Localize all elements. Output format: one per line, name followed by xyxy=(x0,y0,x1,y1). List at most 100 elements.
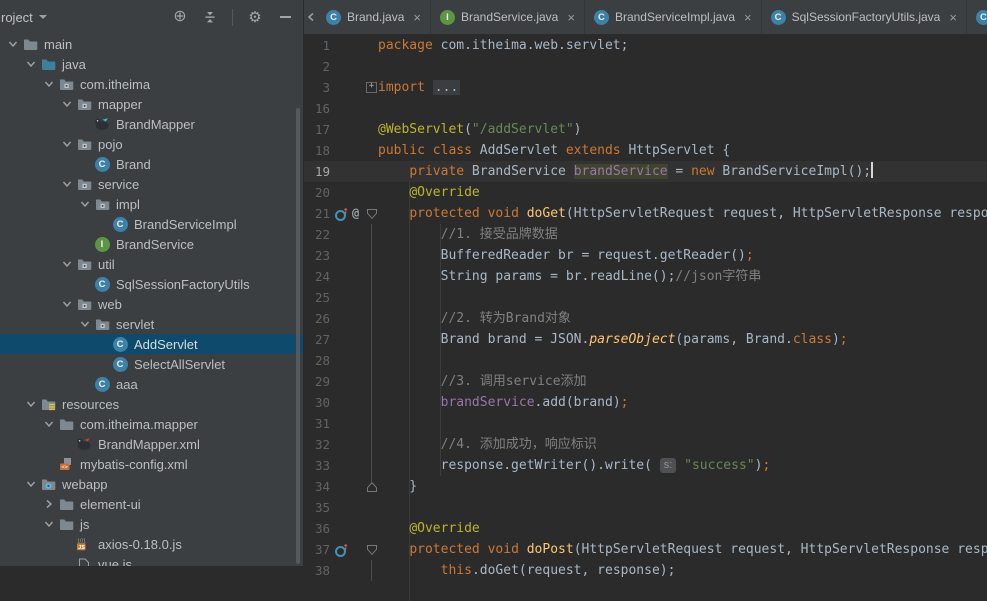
tree-item-label: vue.js xyxy=(98,556,132,567)
code-line[interactable]: 2 xyxy=(304,56,987,77)
code-line[interactable]: 17 @WebServlet("/addServlet") xyxy=(304,119,987,140)
close-tab-icon[interactable]: × xyxy=(567,11,575,24)
settings-gear-icon[interactable]: ⚙ xyxy=(247,9,263,25)
code-line[interactable]: 38 this.doGet(request, response); xyxy=(304,560,987,581)
code-line[interactable]: 22 //1. 接受品牌数据 xyxy=(304,224,987,245)
close-tab-icon[interactable]: × xyxy=(744,11,752,24)
close-tab-icon[interactable]: × xyxy=(949,11,957,24)
project-view-selector[interactable]: roject xyxy=(1,10,47,25)
tree-item-web[interactable]: web xyxy=(0,294,303,314)
tree-item-js[interactable]: js xyxy=(0,514,303,534)
tree-item-label: impl xyxy=(116,196,140,212)
chevron-down-icon[interactable] xyxy=(4,37,21,51)
code-line[interactable]: 31 xyxy=(304,413,987,434)
tab-brand-java[interactable]: C Brand.java × xyxy=(317,0,431,34)
chevron-right-icon[interactable] xyxy=(40,497,57,511)
tabs-scroll-left-icon[interactable] xyxy=(304,0,317,34)
chevron-slot xyxy=(58,537,75,551)
code-line[interactable]: 20 @Override xyxy=(304,182,987,203)
chevron-down-icon[interactable] xyxy=(22,397,39,411)
tree-item-sqlsessionfactoryutils[interactable]: C SqlSessionFactoryUtils xyxy=(0,274,303,294)
tree-item-axios-0-18-0-js[interactable]: 101 JS axios-0.18.0.js xyxy=(0,534,303,554)
code-line[interactable]: 1 package com.itheima.web.servlet; xyxy=(304,35,987,56)
tab-partial[interactable]: C xyxy=(967,0,987,34)
tree-item-util[interactable]: util xyxy=(0,254,303,274)
fold-up-icon[interactable] xyxy=(365,476,378,497)
fold-down-icon[interactable] xyxy=(365,203,378,224)
code-line[interactable]: 29 //3. 调用service添加 xyxy=(304,371,987,392)
line-number: 25 xyxy=(314,290,330,305)
code-line[interactable]: 35 xyxy=(304,497,987,518)
folder-source-icon xyxy=(39,56,57,72)
chevron-down-icon[interactable] xyxy=(40,417,57,431)
code-line[interactable]: 37 ↑ protected void doPost(HttpServletReq… xyxy=(304,539,987,560)
tree-item-aaa[interactable]: Caaa xyxy=(0,374,303,394)
hide-panel-icon[interactable] xyxy=(277,9,293,25)
tree-item-com-itheima[interactable]: com.itheima xyxy=(0,74,303,94)
tree-item-element-ui[interactable]: element-ui xyxy=(0,494,303,514)
chevron-down-icon[interactable] xyxy=(58,297,75,311)
code-line[interactable]: 34 } xyxy=(304,476,987,497)
tree-item-com-itheima-mapper[interactable]: com.itheima.mapper xyxy=(0,414,303,434)
chevron-down-icon[interactable] xyxy=(76,197,93,211)
chevron-down-icon[interactable] xyxy=(58,177,75,191)
tree-item-pojo[interactable]: pojo xyxy=(0,134,303,154)
line-number: 21 xyxy=(314,206,330,221)
chevron-down-icon[interactable] xyxy=(22,477,39,491)
chevron-down-icon[interactable] xyxy=(40,517,57,531)
code-line[interactable]: 33 response.getWriter().write( s: "succe… xyxy=(304,455,987,476)
code-line[interactable]: 21 ↑ @ protected void doGet(HttpServletReq… xyxy=(304,203,987,224)
code-line[interactable]: 19 private BrandService brandService = n… xyxy=(304,161,987,182)
close-tab-icon[interactable]: × xyxy=(413,11,421,24)
chevron-slot xyxy=(76,117,93,131)
code-editor[interactable]: 1 package com.itheima.web.servlet; 2 3 + impo… xyxy=(304,35,987,601)
code-line[interactable]: 18 public class AddServlet extends HttpSe… xyxy=(304,140,987,161)
tree-item-webapp[interactable]: webapp xyxy=(0,474,303,494)
code-line[interactable]: 23 BufferedReader br = request.getReader… xyxy=(304,245,987,266)
code-line[interactable]: 27 Brand brand = JSON.parseObject(params… xyxy=(304,329,987,350)
chevron-down-icon[interactable] xyxy=(40,77,57,91)
collapse-all-icon[interactable] xyxy=(202,9,218,25)
tree-item-brandmapper[interactable]: BrandMapper xyxy=(0,114,303,134)
tree-item-java[interactable]: java xyxy=(0,54,303,74)
code-line[interactable]: 25 xyxy=(304,287,987,308)
chevron-down-icon[interactable] xyxy=(76,317,93,331)
tree-item-brandservice[interactable]: I BrandService xyxy=(0,234,303,254)
fold-down-icon[interactable] xyxy=(365,539,378,560)
line-number: 1 xyxy=(322,38,330,53)
code-line[interactable]: 26 //2. 转为Brand对象 xyxy=(304,308,987,329)
tree-item-selectallservlet[interactable]: C SelectAllServlet xyxy=(0,354,303,374)
code-line[interactable]: 24 String params = br.readLine();//json字… xyxy=(304,266,987,287)
tree-item-addservlet[interactable]: C AddServlet xyxy=(0,334,303,354)
overrides-method-icon[interactable]: ↑ @ xyxy=(335,203,359,224)
tree-item-vue-js[interactable]: vue.js xyxy=(0,554,303,566)
code-line[interactable]: 3 + import ... xyxy=(304,77,987,98)
tree-item-impl[interactable]: impl xyxy=(0,194,303,214)
code-line[interactable]: 16 xyxy=(304,98,987,119)
project-scrollbar-thumb[interactable] xyxy=(296,108,300,564)
tab-brandserviceimpl-java[interactable]: C BrandServiceImpl.java × xyxy=(585,0,762,34)
tree-item-resources[interactable]: resources xyxy=(0,394,303,414)
tree-item-mapper[interactable]: mapper xyxy=(0,94,303,114)
fold-plus-icon[interactable]: + xyxy=(365,77,378,98)
tree-item-main[interactable]: main xyxy=(0,34,303,54)
code-line[interactable]: 30 brandService.add(brand); xyxy=(304,392,987,413)
tab-sqlsessionfactoryutils-java[interactable]: C SqlSessionFactoryUtils.java × xyxy=(762,0,967,34)
overrides-method-icon[interactable]: ↑ xyxy=(335,539,349,560)
chevron-down-icon[interactable] xyxy=(58,137,75,151)
tree-item-brandmapper-xml[interactable]: BrandMapper.xml xyxy=(0,434,303,454)
tree-item-brand[interactable]: C Brand xyxy=(0,154,303,174)
tab-brandservice-java[interactable]: I BrandService.java × xyxy=(431,0,585,34)
chevron-down-icon[interactable] xyxy=(58,97,75,111)
tree-item-service[interactable]: service xyxy=(0,174,303,194)
tree-item-servlet[interactable]: servlet xyxy=(0,314,303,334)
code-line[interactable]: 32 //4. 添加成功，响应标识 xyxy=(304,434,987,455)
chevron-down-icon[interactable] xyxy=(22,57,39,71)
tree-item-label: BrandMapper.xml xyxy=(98,436,200,452)
chevron-down-icon[interactable] xyxy=(58,257,75,271)
tree-item-brandserviceimpl[interactable]: C BrandServiceImpl xyxy=(0,214,303,234)
locate-file-icon[interactable]: ⊕ xyxy=(172,9,188,25)
code-line[interactable]: 28 xyxy=(304,350,987,371)
tree-item-mybatis-config-xml[interactable]: <> mybatis-config.xml xyxy=(0,454,303,474)
code-line[interactable]: 36 @Override xyxy=(304,518,987,539)
